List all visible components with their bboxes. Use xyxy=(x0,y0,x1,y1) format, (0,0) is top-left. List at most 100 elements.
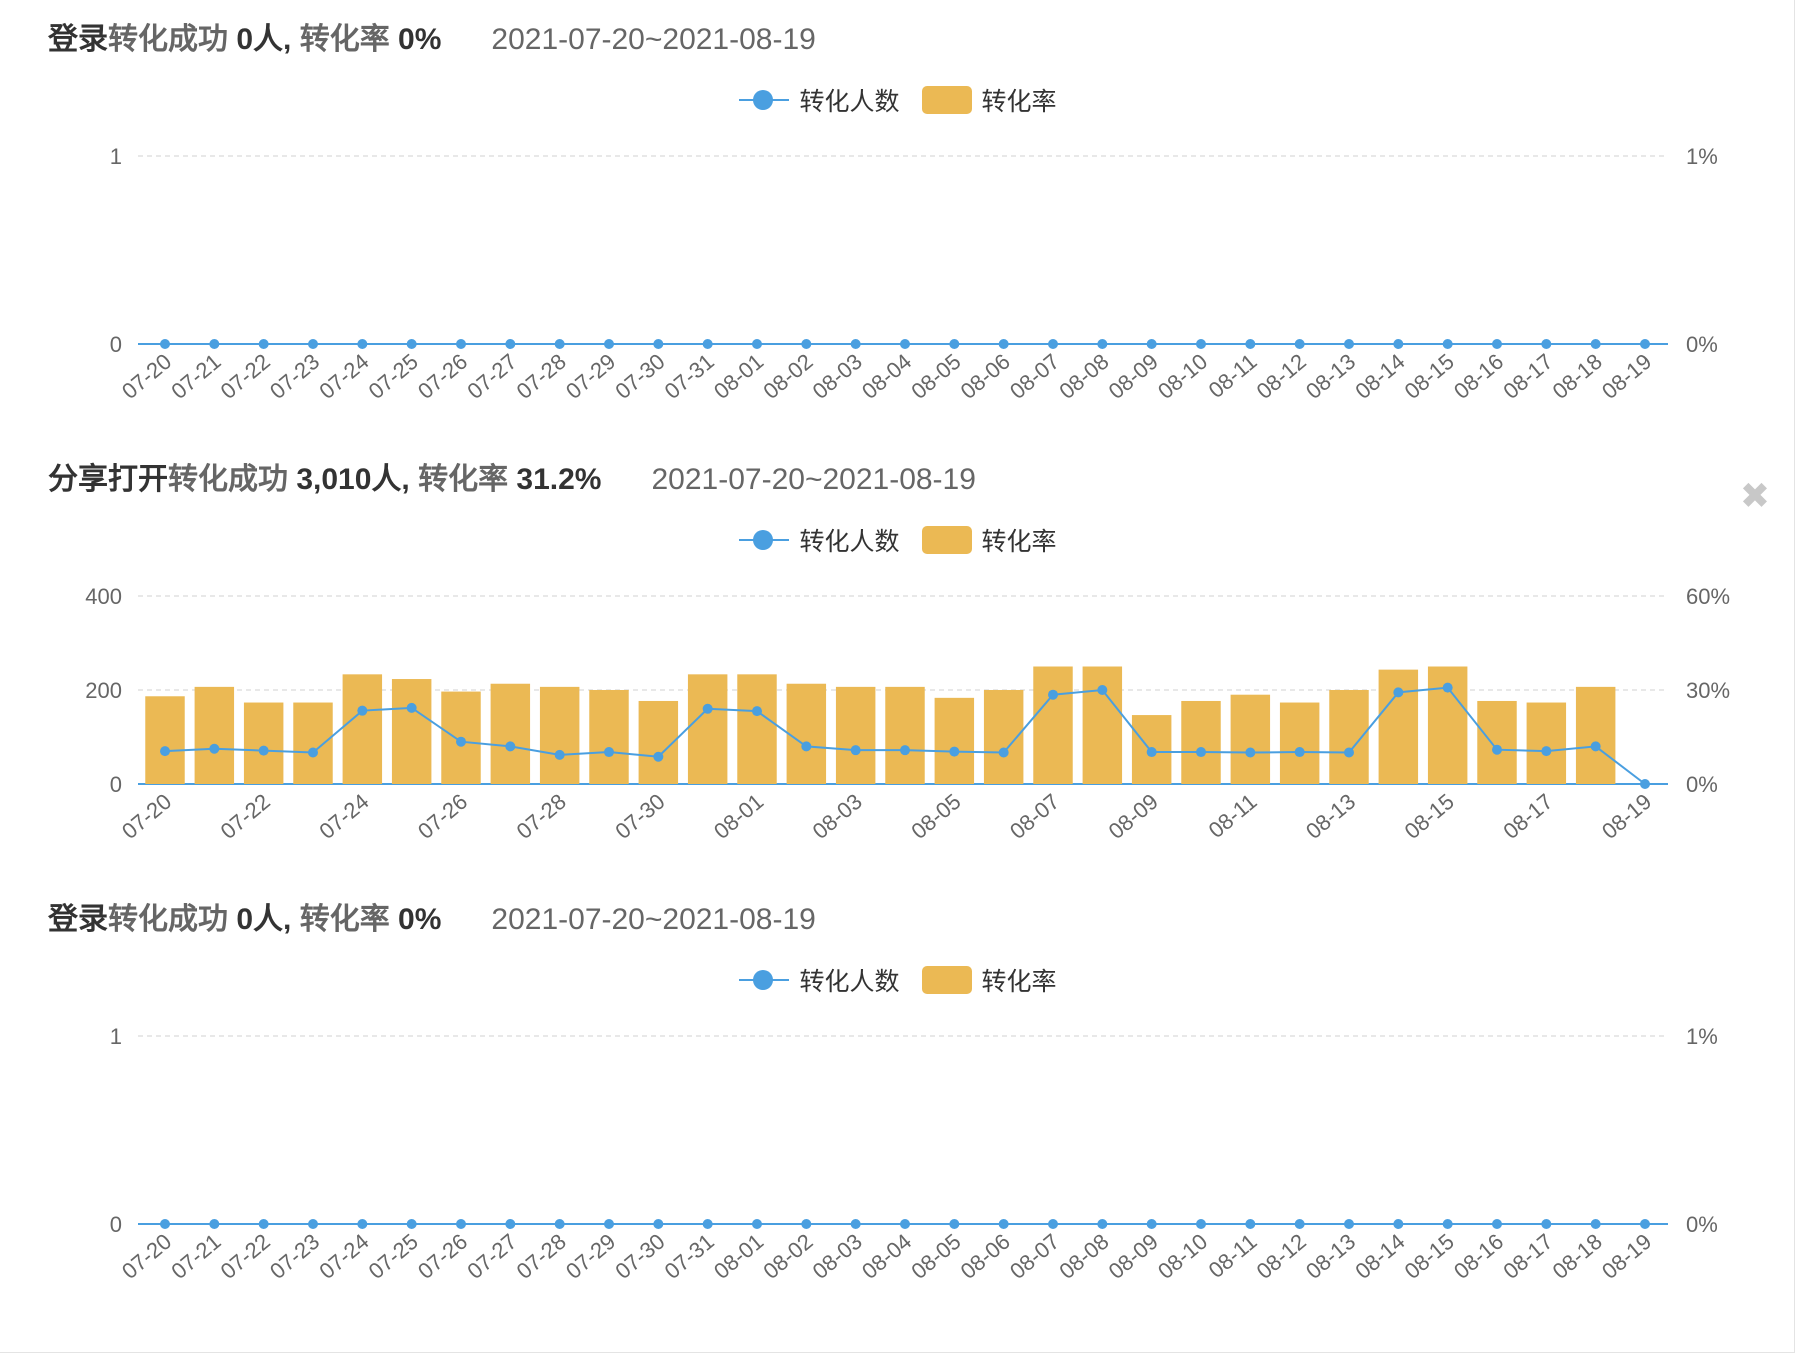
x-tick-label: 08-08 xyxy=(1054,1229,1113,1284)
bar-07-24 xyxy=(342,674,383,784)
bar-07-27 xyxy=(490,683,531,784)
line-point-08-04 xyxy=(900,339,910,349)
line-point-08-03 xyxy=(850,1219,861,1229)
x-tick-label: 08-06 xyxy=(956,1229,1015,1284)
line-point-07-20 xyxy=(160,1219,170,1229)
line-point-08-16 xyxy=(1492,744,1502,755)
x-tick-label: 07-28 xyxy=(512,1229,571,1284)
line-point-07-24 xyxy=(357,705,368,716)
x-tick-label: 08-14 xyxy=(1350,349,1409,404)
bar-07-29 xyxy=(589,690,629,784)
bar-08-08 xyxy=(1082,666,1123,784)
line-point-08-10 xyxy=(1196,339,1206,349)
x-tick-label: 07-29 xyxy=(561,1229,620,1284)
x-tick-label: 08-05 xyxy=(906,789,965,844)
x-tick-label: 08-05 xyxy=(906,1229,965,1284)
line-point-08-12 xyxy=(1294,339,1305,349)
x-tick-label: 08-08 xyxy=(1054,349,1113,404)
line-point-08-05 xyxy=(949,339,960,349)
y-left-tick-label: 0 xyxy=(110,332,122,357)
x-tick-label: 08-15 xyxy=(1400,789,1459,844)
x-tick-label: 07-31 xyxy=(660,1229,719,1284)
x-tick-label: 08-16 xyxy=(1449,349,1508,404)
line-point-07-31 xyxy=(702,339,713,349)
line-point-07-24 xyxy=(357,1219,368,1229)
bar-08-02 xyxy=(786,683,827,784)
line-point-07-23 xyxy=(308,1219,318,1229)
x-tick-label: 08-17 xyxy=(1498,349,1557,404)
x-tick-label: 07-30 xyxy=(610,1229,669,1284)
line-point-07-20 xyxy=(160,339,170,349)
bar-08-17 xyxy=(1526,702,1567,784)
line-point-07-31 xyxy=(702,703,713,714)
line-point-07-30 xyxy=(653,751,664,762)
line-point-07-28 xyxy=(554,749,565,760)
x-tick-label: 07-25 xyxy=(364,1229,423,1284)
line-point-07-23 xyxy=(308,747,318,758)
x-tick-label: 08-01 xyxy=(709,1229,768,1284)
x-tick-label: 07-22 xyxy=(216,349,275,404)
x-tick-label: 08-19 xyxy=(1597,349,1656,404)
bar-08-18 xyxy=(1575,686,1616,784)
line-point-08-01 xyxy=(752,706,762,717)
y-left-tick-label: 1 xyxy=(110,144,122,169)
line-point-08-19 xyxy=(1640,1219,1650,1229)
line-point-08-02 xyxy=(801,1219,812,1229)
x-tick-label: 08-09 xyxy=(1104,1229,1163,1284)
x-tick-label: 08-12 xyxy=(1252,1229,1311,1284)
x-tick-label: 07-26 xyxy=(413,349,472,404)
line-point-08-11 xyxy=(1245,1219,1256,1229)
x-tick-label: 07-27 xyxy=(462,349,521,404)
line-point-07-26 xyxy=(456,339,466,349)
line-point-07-25 xyxy=(406,339,417,349)
line-point-08-03 xyxy=(850,745,861,756)
x-tick-label: 08-11 xyxy=(1204,789,1262,843)
bar-08-16 xyxy=(1477,700,1517,784)
x-tick-label: 07-26 xyxy=(413,789,472,844)
x-tick-label: 08-03 xyxy=(808,1229,867,1284)
line-point-07-28 xyxy=(554,1219,565,1229)
x-tick-label: 08-17 xyxy=(1498,789,1557,844)
x-tick-label: 07-20 xyxy=(117,789,176,844)
line-point-08-14 xyxy=(1393,687,1404,698)
line-point-08-12 xyxy=(1294,1219,1305,1229)
x-tick-label: 08-04 xyxy=(857,349,916,404)
line-point-07-22 xyxy=(258,339,269,349)
line-point-08-01 xyxy=(752,339,762,349)
x-tick-label: 08-13 xyxy=(1301,789,1360,844)
line-point-08-05 xyxy=(949,1219,960,1229)
y-right-tick-label: 1% xyxy=(1686,1024,1718,1049)
x-tick-label: 07-23 xyxy=(265,349,324,404)
x-tick-label: 07-26 xyxy=(413,1229,472,1284)
line-point-07-23 xyxy=(308,339,318,349)
bar-08-11 xyxy=(1230,694,1271,784)
line-point-08-07 xyxy=(1048,689,1058,700)
x-tick-label: 08-03 xyxy=(808,349,867,404)
x-tick-label: 08-19 xyxy=(1597,1229,1656,1284)
x-tick-label: 08-06 xyxy=(956,349,1015,404)
y-right-tick-label: 1% xyxy=(1686,144,1718,169)
line-point-08-13 xyxy=(1344,339,1354,349)
x-tick-label: 07-28 xyxy=(512,349,571,404)
x-tick-label: 08-18 xyxy=(1548,349,1607,404)
y-right-tick-label: 30% xyxy=(1686,678,1730,703)
y-right-tick-label: 0% xyxy=(1686,332,1718,357)
y-right-tick-label: 0% xyxy=(1686,1212,1718,1237)
line-point-08-15 xyxy=(1442,1219,1453,1229)
x-tick-label: 07-21 xyxy=(166,349,225,404)
chart-svg-3: 101%0%07-2007-2107-2207-2307-2407-2507-2… xyxy=(110,1024,1718,1284)
line-point-08-06 xyxy=(998,747,1009,758)
x-tick-label: 08-11 xyxy=(1204,349,1262,403)
line-point-08-02 xyxy=(801,339,812,349)
x-tick-label: 08-07 xyxy=(1005,349,1064,404)
line-point-07-22 xyxy=(258,745,269,756)
line-point-08-04 xyxy=(900,745,910,756)
x-tick-label: 08-09 xyxy=(1104,349,1163,404)
line-point-08-17 xyxy=(1541,339,1552,349)
line-point-07-29 xyxy=(604,1219,614,1229)
x-tick-label: 08-16 xyxy=(1449,1229,1508,1284)
line-point-08-14 xyxy=(1393,339,1404,349)
line-point-08-07 xyxy=(1048,339,1058,349)
x-tick-label: 08-07 xyxy=(1005,1229,1064,1284)
close-icon[interactable]: ✖ xyxy=(1740,478,1770,514)
